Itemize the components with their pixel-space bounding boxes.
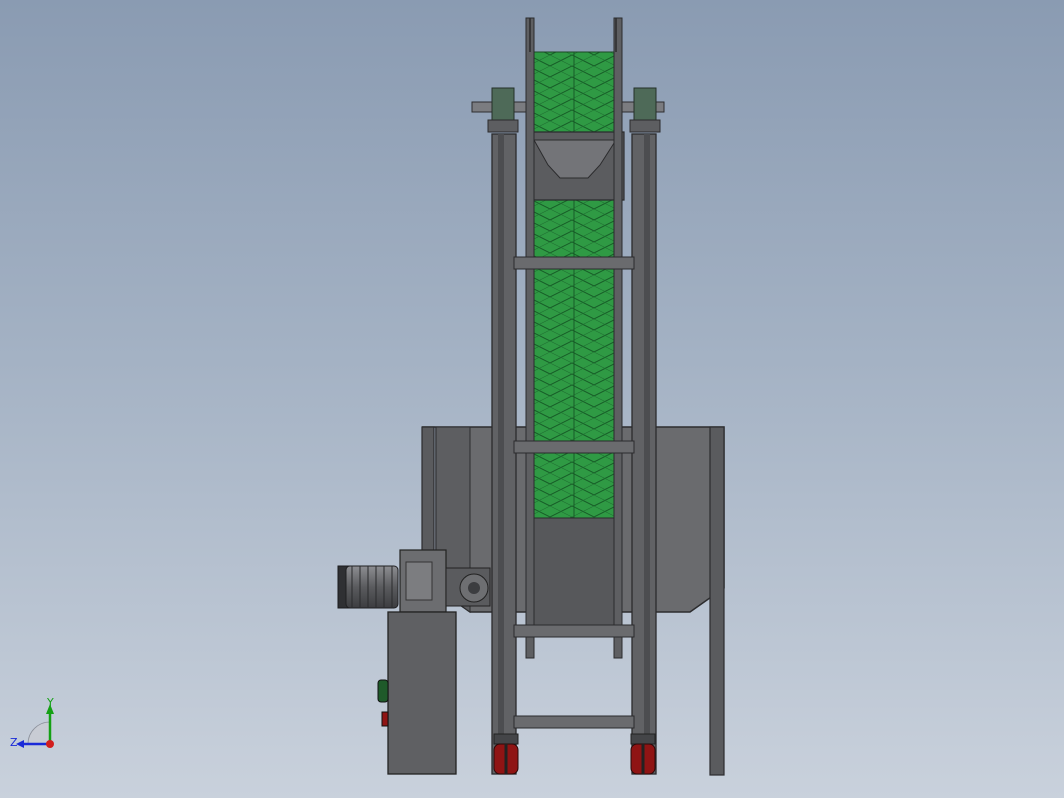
triad-z-label: Z bbox=[10, 736, 18, 749]
cad-viewport[interactable]: Y Z bbox=[0, 0, 1064, 798]
control-cabinet bbox=[377, 611, 457, 775]
triad-x-axis bbox=[46, 740, 54, 748]
belt-return-plate bbox=[531, 517, 617, 629]
caster-wheels bbox=[493, 733, 656, 775]
orientation-triad[interactable]: Y Z bbox=[8, 696, 78, 756]
triad-arc bbox=[27, 721, 51, 745]
triad-y-label: Y bbox=[46, 696, 54, 709]
conveyor-model bbox=[337, 17, 725, 776]
